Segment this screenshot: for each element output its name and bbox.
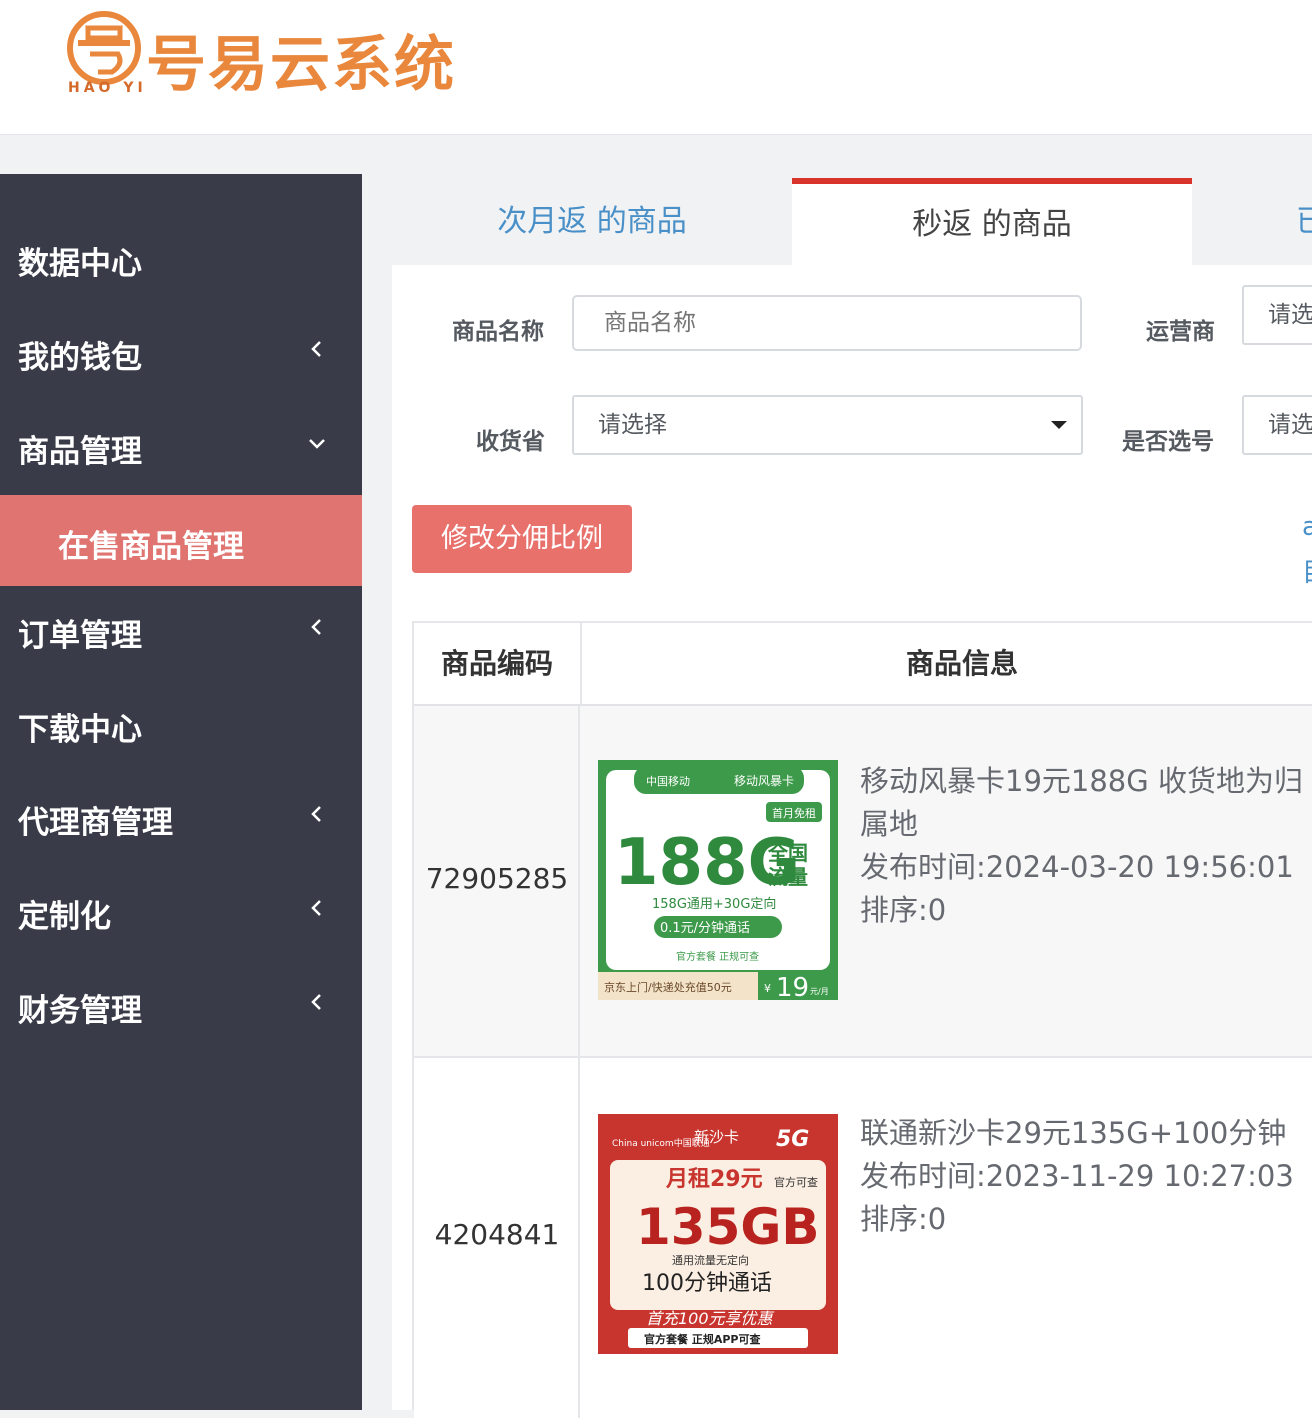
- pick-number-select-value: 请选: [1268, 412, 1312, 438]
- sidebar-item-label: 我的钱包: [18, 340, 142, 376]
- svg-text:流量: 流量: [768, 865, 808, 889]
- province-select-value: 请选择: [598, 412, 667, 438]
- goods-info: 联通新沙卡29元135G+100分钟 发布时间:2023-11-29 10:27…: [860, 1112, 1312, 1241]
- goods-sort: 排序:0: [860, 1202, 947, 1236]
- image-foot: 京东上门/快递处充值50元: [604, 980, 732, 994]
- goods-code: 4204841: [434, 1218, 560, 1251]
- image-foot: 官方套餐 正规APP可查: [644, 1332, 760, 1346]
- image-card-name: 移动风暴卡: [734, 774, 794, 788]
- svg-text:全国: 全国: [767, 841, 808, 865]
- chevron-left-icon: [311, 619, 321, 635]
- pick-number-label: 是否选号: [1122, 429, 1214, 455]
- image-check: 官方可查: [774, 1175, 818, 1189]
- edge-link-b[interactable]: 目: [1302, 552, 1312, 589]
- main-panel: 次月返 的商品 秒返 的商品 已 商品名称 运营商 请选 收货省 请选择 是否选…: [392, 178, 1312, 1418]
- image-5g-tag: 5G: [776, 1127, 809, 1152]
- image-price: 19: [776, 973, 809, 1000]
- image-brand: 中国移动: [646, 775, 690, 788]
- sidebar-item-label: 财务管理: [18, 993, 142, 1029]
- product-image[interactable]: China unicom中国联通 新沙卡 5G 月租29元 官方可查 135GB…: [598, 1114, 838, 1354]
- pick-number-select[interactable]: 请选: [1242, 395, 1312, 455]
- tab-next-month-rebate[interactable]: 次月返 的商品: [392, 178, 792, 265]
- edit-commission-button[interactable]: 修改分佣比例: [412, 505, 632, 573]
- image-unit: 元/月: [810, 987, 829, 996]
- chevron-left-icon: [311, 994, 321, 1010]
- operator-label: 运营商: [1146, 319, 1215, 345]
- tab-third[interactable]: 已: [1296, 178, 1312, 265]
- edge-link-a[interactable]: a: [1302, 512, 1312, 542]
- goods-publish-time: 发布时间:2023-11-29 10:27:03: [860, 1159, 1294, 1193]
- operator-select-value: 请选: [1268, 302, 1312, 328]
- goods-info: 移动风暴卡19元188G 收货地为归属地 发布时间:2024-03-20 19:…: [860, 760, 1312, 932]
- brand-sub: HAO YI: [68, 80, 147, 96]
- goods-code-cell: 4204841: [414, 1058, 580, 1418]
- sidebar-item-finance[interactable]: 财务管理: [0, 961, 362, 1054]
- table-header: 商品编码 商品信息: [414, 623, 1312, 706]
- chevron-down-icon: [309, 439, 325, 449]
- sidebar-subitem-label: 在售商品管理: [58, 529, 244, 565]
- goods-code: 72905285: [425, 862, 569, 895]
- image-big-text: 135GB: [636, 1198, 820, 1256]
- tab-instant-rebate[interactable]: 秒返 的商品: [792, 178, 1192, 265]
- top-header: 号易云系统 HAO YI: [0, 0, 1312, 135]
- sidebar-item-label: 定制化: [18, 899, 111, 935]
- table-row[interactable]: 4204841 China unicom中国联通 新沙卡 5G 月租29元 官方…: [414, 1058, 1312, 1418]
- sidebar-subitem-on-sale[interactable]: 在售商品管理: [0, 495, 362, 586]
- column-header-info: 商品信息: [905, 647, 1018, 680]
- chevron-left-icon: [311, 341, 321, 357]
- province-select[interactable]: 请选择: [572, 395, 1083, 455]
- brand-name: 号易云系统: [146, 30, 456, 100]
- sidebar-item-label: 代理商管理: [18, 805, 173, 841]
- sidebar-item-label: 数据中心: [18, 246, 142, 282]
- image-pill: 0.1元/分钟通话: [660, 920, 750, 936]
- image-badge: 首月免租: [772, 806, 816, 820]
- goods-sort: 排序:0: [860, 893, 947, 927]
- goods-title: 联通新沙卡29元135G+100分钟: [860, 1116, 1287, 1150]
- image-mins: 100分钟通话: [642, 1271, 772, 1296]
- province-label: 收货省: [476, 429, 545, 455]
- goods-table: 商品编码 商品信息 72905285 中国移动 移动风暴卡 首月免租 188G …: [412, 621, 1312, 1418]
- image-rent: 月租29元: [665, 1167, 763, 1192]
- sidebar-item-customization[interactable]: 定制化: [0, 867, 362, 960]
- sidebar-item-orders[interactable]: 订单管理: [0, 586, 362, 679]
- image-note: 官方套餐 正规可查: [676, 950, 759, 963]
- column-header-code: 商品编码: [414, 623, 582, 704]
- caret-down-icon: [1051, 421, 1067, 429]
- sidebar-item-label: 商品管理: [18, 434, 142, 470]
- chevron-left-icon: [311, 806, 321, 822]
- goods-code-cell: 72905285: [414, 706, 580, 1056]
- chevron-left-icon: [311, 900, 321, 916]
- product-image[interactable]: 中国移动 移动风暴卡 首月免租 188G 全国 流量 158G通用+30G定向 …: [598, 760, 838, 1000]
- sidebar-item-agents[interactable]: 代理商管理: [0, 773, 362, 866]
- operator-select[interactable]: 请选: [1242, 285, 1312, 345]
- sidebar-item-downloads[interactable]: 下载中心: [0, 680, 362, 773]
- image-card-name: 新沙卡: [694, 1128, 739, 1146]
- goods-name-input[interactable]: [572, 295, 1082, 351]
- table-row[interactable]: 72905285 中国移动 移动风暴卡 首月免租 188G 全国 流量 158G…: [414, 706, 1312, 1058]
- sidebar-item-label: 订单管理: [18, 618, 142, 654]
- goods-title: 移动风暴卡19元188G 收货地为归属地: [860, 764, 1303, 841]
- image-sub: 158G通用+30G定向: [652, 896, 776, 912]
- sidebar: 数据中心 我的钱包 商品管理 在售商品管理 订单管理 下载中心 代理商管理 定制…: [0, 174, 362, 1410]
- sidebar-item-wallet[interactable]: 我的钱包: [0, 308, 362, 401]
- sidebar-item-goods[interactable]: 商品管理: [0, 402, 362, 495]
- image-sub: 通用流量无定向: [672, 1253, 749, 1267]
- tab-bar: 次月返 的商品 秒返 的商品 已: [392, 178, 1312, 265]
- svg-text:¥: ¥: [764, 982, 771, 995]
- sidebar-item-label: 下载中心: [18, 712, 142, 748]
- image-promo: 首充100元享优惠: [646, 1309, 775, 1328]
- goods-publish-time: 发布时间:2024-03-20 19:56:01: [860, 850, 1294, 884]
- sidebar-item-data-center[interactable]: 数据中心: [0, 214, 362, 307]
- goods-name-label: 商品名称: [452, 319, 544, 345]
